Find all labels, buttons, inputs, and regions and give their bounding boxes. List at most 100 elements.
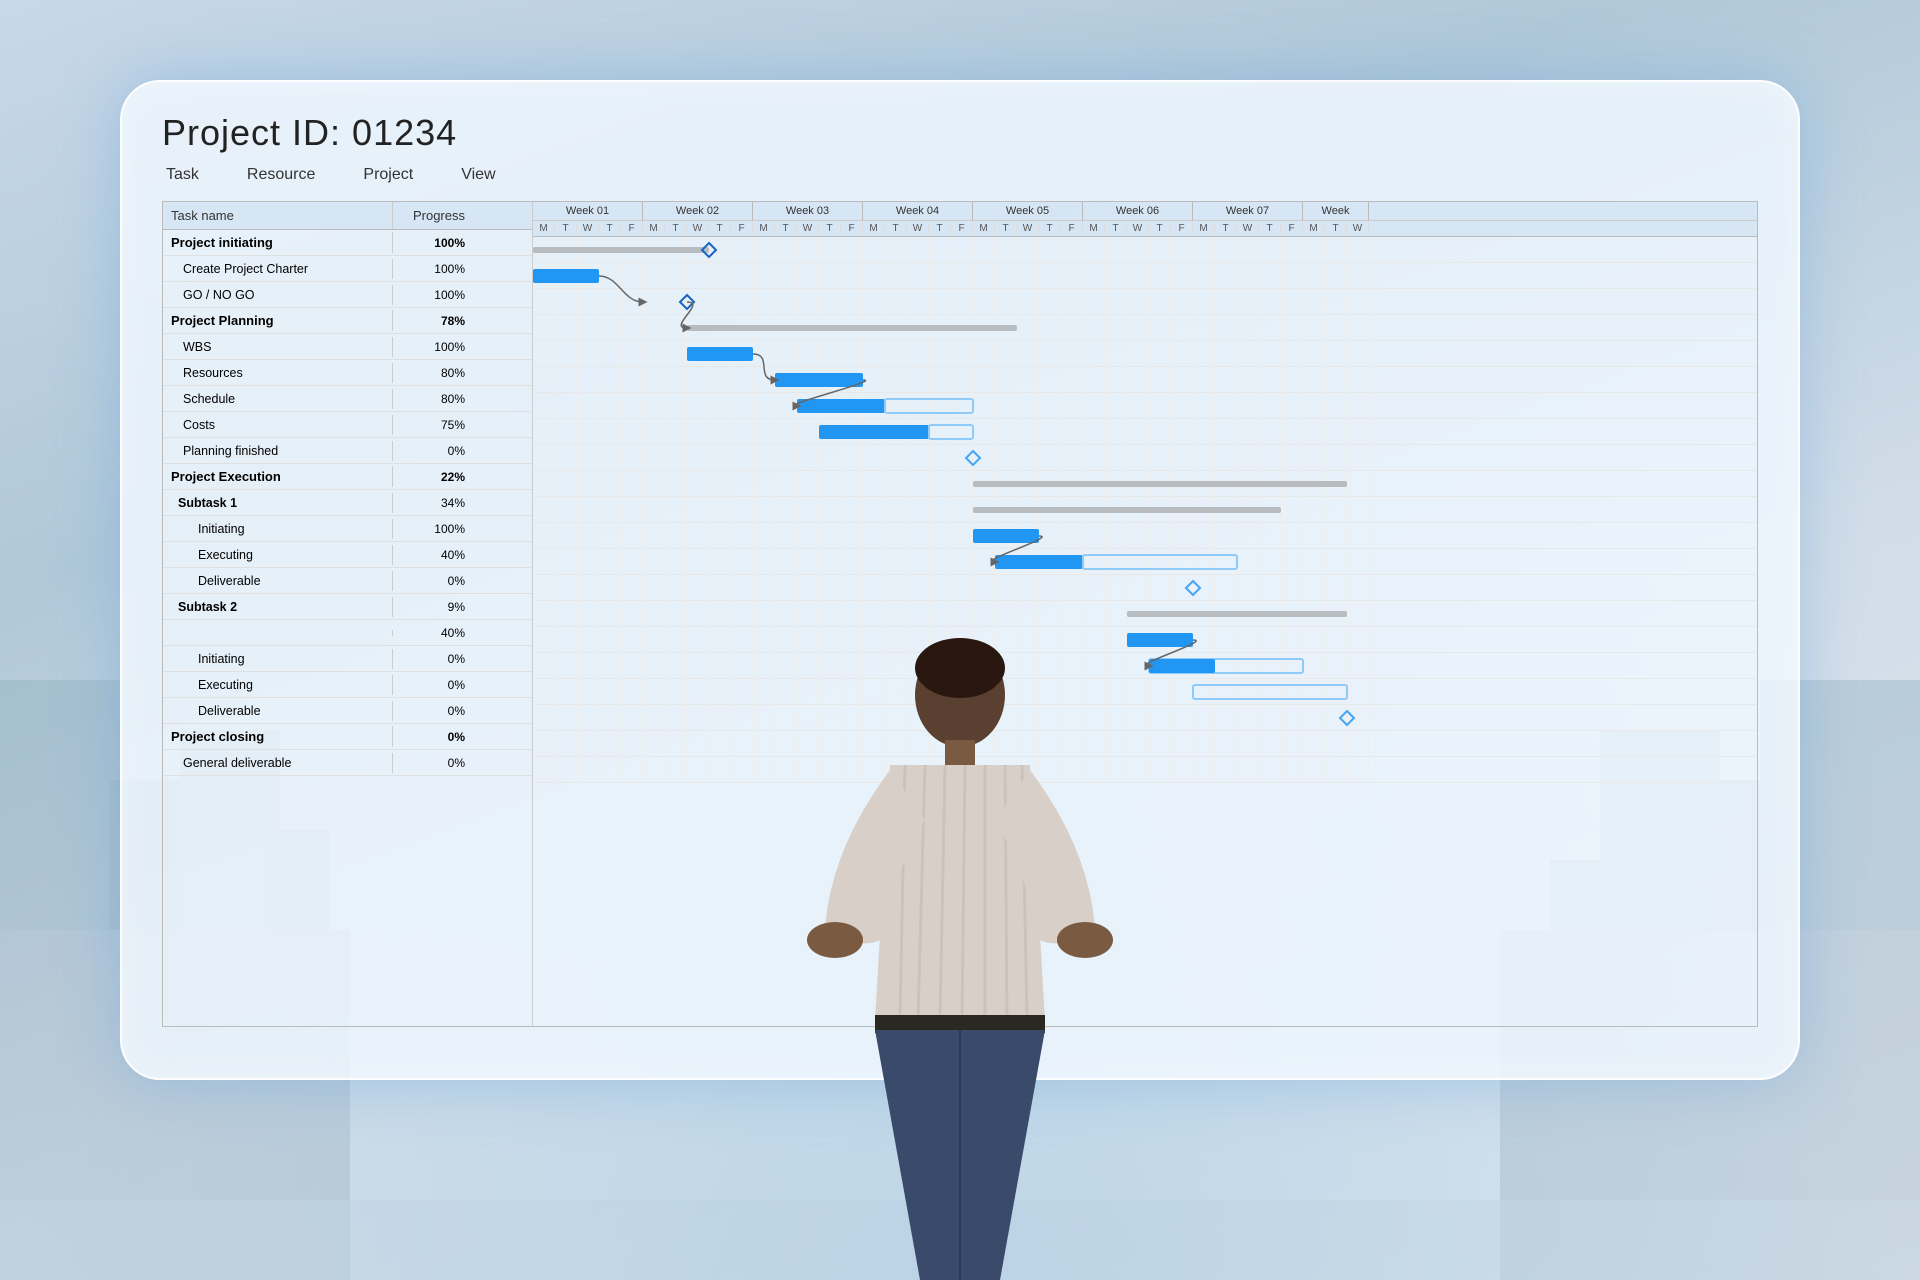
task-progress-cell: 9% [393, 597, 473, 617]
gantt-day-col [709, 757, 731, 783]
gantt-day-col [973, 289, 995, 315]
day-header-cell: T [885, 221, 907, 236]
gantt-day-col [621, 315, 643, 341]
gantt-day-col [951, 263, 973, 289]
gantt-day-col [1105, 393, 1127, 419]
gantt-day-col [841, 523, 863, 549]
gantt-day-col [1193, 705, 1215, 731]
gantt-day-col [1215, 523, 1237, 549]
task-name-cell: WBS [163, 337, 393, 357]
gantt-day-col [687, 315, 709, 341]
gantt-day-col [555, 523, 577, 549]
gantt-day-col [687, 497, 709, 523]
gantt-row [533, 549, 1757, 575]
gantt-day-col [621, 341, 643, 367]
gantt-day-col [1303, 731, 1325, 757]
gantt-day-col [973, 419, 995, 445]
gantt-day-col [951, 445, 973, 471]
gantt-day-col [1083, 445, 1105, 471]
gantt-day-col [533, 367, 555, 393]
gantt-day-col [797, 315, 819, 341]
day-header-cell: W [1017, 221, 1039, 236]
gantt-day-col [775, 237, 797, 263]
gantt-day-col [1215, 705, 1237, 731]
week-header-cell: Week 05 [973, 202, 1083, 220]
gantt-day-col [1193, 341, 1215, 367]
gantt-day-col [775, 289, 797, 315]
gantt-day-col [577, 419, 599, 445]
gantt-day-col [995, 471, 1017, 497]
gantt-day-col [665, 289, 687, 315]
gantt-day-col [1171, 757, 1193, 783]
day-header-cell: T [775, 221, 797, 236]
gantt-day-col [533, 601, 555, 627]
gantt-day-col [995, 575, 1017, 601]
gantt-day-col [1303, 393, 1325, 419]
gantt-day-col [643, 523, 665, 549]
task-progress-cell: 0% [393, 571, 473, 591]
gantt-day-col [1259, 705, 1281, 731]
gantt-day-col [577, 653, 599, 679]
gantt-row [533, 263, 1757, 289]
gantt-day-col [753, 367, 775, 393]
gantt-day-col [1281, 601, 1303, 627]
task-row: General deliverable0% [163, 750, 532, 776]
gantt-day-col [533, 315, 555, 341]
gantt-day-col [555, 731, 577, 757]
gantt-day-col [907, 263, 929, 289]
gantt-day-col [599, 315, 621, 341]
gantt-day-col [665, 601, 687, 627]
gantt-day-col [995, 263, 1017, 289]
gantt-day-col [555, 315, 577, 341]
gantt-header: Week 01Week 02Week 03Week 04Week 05Week … [533, 202, 1757, 237]
gantt-day-col [687, 575, 709, 601]
week-header-cell: Week 07 [1193, 202, 1303, 220]
gantt-day-col [797, 575, 819, 601]
gantt-day-col [1061, 315, 1083, 341]
gantt-day-col [1237, 653, 1259, 679]
gantt-day-col [709, 523, 731, 549]
gantt-day-col [665, 705, 687, 731]
gantt-day-col [1017, 471, 1039, 497]
gantt-day-col [1193, 393, 1215, 419]
gantt-day-col [1347, 497, 1369, 523]
gantt-day-col [1347, 471, 1369, 497]
gantt-day-col [1303, 497, 1325, 523]
gantt-day-col [687, 263, 709, 289]
gantt-day-col [577, 601, 599, 627]
gantt-day-col [599, 471, 621, 497]
gantt-day-col [929, 445, 951, 471]
gantt-day-col [1303, 237, 1325, 263]
gantt-day-col [687, 419, 709, 445]
gantt-day-col [665, 445, 687, 471]
gantt-day-col [907, 575, 929, 601]
gantt-day-col [1237, 445, 1259, 471]
menu-project[interactable]: Project [359, 164, 417, 186]
gantt-day-col [1193, 549, 1215, 575]
menu-view[interactable]: View [457, 164, 499, 186]
gantt-day-col [1259, 263, 1281, 289]
gantt-day-col [1237, 341, 1259, 367]
gantt-day-col [665, 315, 687, 341]
gantt-day-col [731, 289, 753, 315]
menu-resource[interactable]: Resource [243, 164, 319, 186]
day-header-cell: T [555, 221, 577, 236]
day-header-cell: T [1259, 221, 1281, 236]
gantt-day-col [863, 575, 885, 601]
gantt-day-col [709, 705, 731, 731]
gantt-day-col [731, 419, 753, 445]
gantt-day-col [665, 419, 687, 445]
task-progress-cell: 80% [393, 363, 473, 383]
gantt-day-col [1193, 237, 1215, 263]
day-header-cell: F [731, 221, 753, 236]
day-header-cell: T [1039, 221, 1061, 236]
gantt-day-col [907, 549, 929, 575]
task-name-cell: Resources [163, 363, 393, 383]
gantt-day-col [1259, 653, 1281, 679]
menu-task[interactable]: Task [162, 164, 203, 186]
gantt-day-col [1347, 341, 1369, 367]
gantt-day-col [841, 549, 863, 575]
gantt-day-col [1017, 315, 1039, 341]
gantt-day-col [1303, 445, 1325, 471]
gantt-day-col [1347, 367, 1369, 393]
